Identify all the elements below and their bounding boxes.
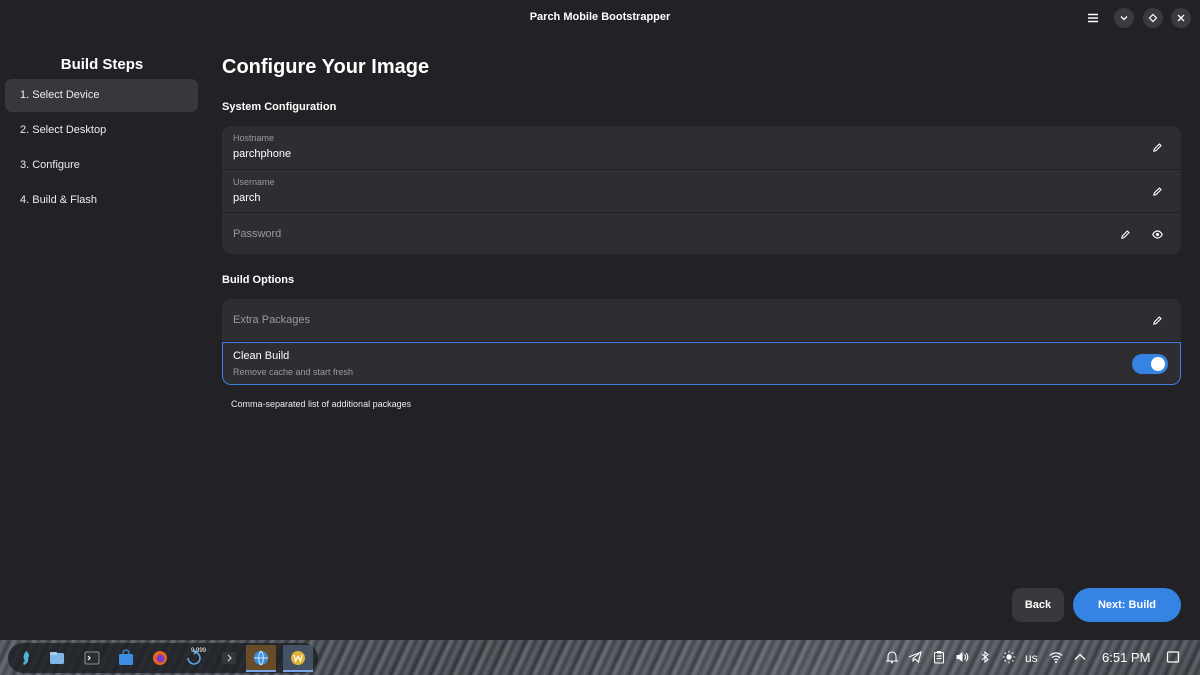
edit-icon[interactable] (1149, 139, 1165, 155)
next-build-button[interactable]: Next: Build (1073, 588, 1181, 622)
page-title: Configure Your Image (222, 56, 430, 78)
system-configuration-heading: System Configuration (222, 101, 337, 113)
back-button[interactable]: Back (1012, 588, 1064, 622)
username-value[interactable]: parch (233, 192, 261, 204)
build-options-heading: Build Options (222, 274, 295, 286)
menu-icon[interactable] (1083, 8, 1103, 28)
edit-icon[interactable] (1149, 183, 1165, 199)
firefox-icon[interactable] (151, 649, 169, 667)
hostname-value[interactable]: parchphone (233, 148, 291, 160)
password-placeholder: Password (233, 228, 282, 240)
hostname-label: Hostname (233, 133, 275, 143)
sidebar-item-label: 3. Configure (20, 159, 80, 171)
sidebar-item-select-desktop[interactable]: 2. Select Desktop (5, 114, 198, 147)
edit-icon[interactable] (1149, 312, 1165, 328)
system-configuration-card: Hostname parchphone Username parch Passw… (222, 126, 1181, 254)
notifications-icon[interactable] (885, 650, 899, 664)
volume-icon[interactable] (955, 650, 969, 664)
browser-icon[interactable] (252, 649, 270, 667)
password-field[interactable]: Password (222, 212, 1181, 254)
clean-build-toggle[interactable] (1132, 354, 1168, 374)
sidebar-item-select-device[interactable]: 1. Select Device (5, 79, 198, 112)
window-title: Parch Mobile Bootstrapper (529, 11, 671, 23)
extra-packages-field[interactable]: Extra Packages (222, 299, 1181, 341)
extra-packages-placeholder: Extra Packages (233, 314, 311, 326)
header-bar: Parch Mobile Bootstrapper (0, 0, 1200, 36)
toggle-knob (1151, 357, 1165, 371)
sidebar-item-configure[interactable]: 3. Configure (5, 149, 198, 182)
sidebar-item-label: 1. Select Device (20, 89, 100, 101)
brightness-icon[interactable] (1002, 650, 1016, 664)
sidebar-item-build-flash[interactable]: 4. Build & Flash (5, 184, 198, 217)
username-label: Username (233, 177, 275, 187)
maximize-icon[interactable] (1143, 8, 1163, 28)
clean-build-row[interactable]: Clean Build Remove cache and start fresh (222, 342, 1181, 385)
show-desktop-icon[interactable] (1166, 650, 1180, 664)
taskbar (0, 640, 1200, 675)
app-launcher-icon[interactable] (17, 649, 35, 667)
terminal-icon[interactable] (83, 649, 101, 667)
app-w-icon[interactable] (289, 649, 307, 667)
keyboard-layout-indicator[interactable]: us (1025, 651, 1038, 665)
clock[interactable]: 6:51 PM (1102, 650, 1150, 665)
bluetooth-icon[interactable] (978, 650, 992, 664)
sidebar-title: Build Steps (60, 56, 144, 73)
clipboard-icon[interactable] (932, 650, 946, 664)
sidebar-item-label: 2. Select Desktop (20, 124, 107, 136)
chevron-up-icon[interactable] (1073, 650, 1087, 664)
edit-icon[interactable] (1117, 226, 1133, 242)
hostname-field[interactable]: Hostname parchphone (222, 126, 1181, 168)
telegram-icon[interactable] (908, 650, 922, 664)
wifi-icon[interactable] (1049, 650, 1063, 664)
updater-badge: 9,999 (191, 648, 207, 654)
clean-build-title: Clean Build (233, 350, 290, 362)
store-icon[interactable] (117, 649, 135, 667)
minimize-icon[interactable] (1114, 8, 1134, 28)
sidebar: Build Steps 1. Select Device 2. Select D… (0, 36, 204, 640)
sidebar-item-label: 4. Build & Flash (20, 194, 98, 206)
close-icon[interactable] (1171, 8, 1191, 28)
file-manager-icon[interactable] (48, 649, 66, 667)
show-password-eye-icon[interactable] (1149, 226, 1165, 242)
extra-packages-hint: Comma-separated list of additional packa… (231, 399, 412, 409)
chevron-right-icon[interactable] (220, 649, 238, 667)
clean-build-subtitle: Remove cache and start fresh (233, 367, 354, 377)
username-field[interactable]: Username parch (222, 169, 1181, 211)
